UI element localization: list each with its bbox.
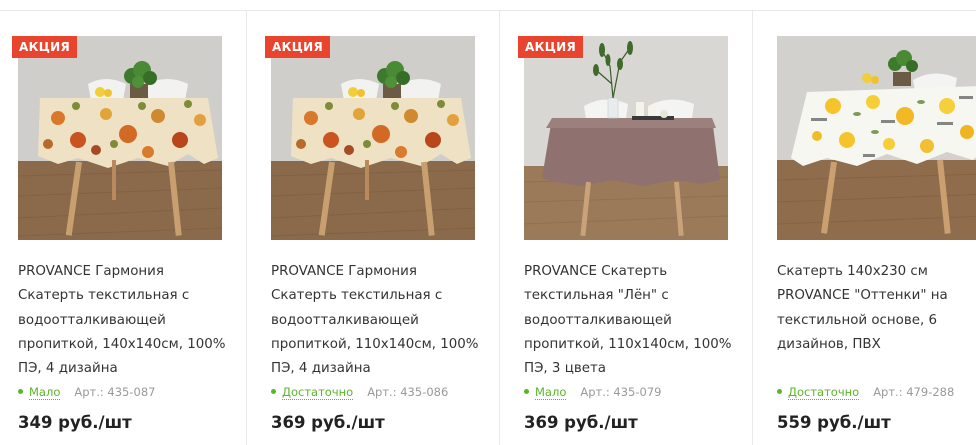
product-price: 369 руб./шт <box>271 413 385 432</box>
promo-badge: АКЦИЯ <box>12 36 78 58</box>
article-number: Арт.: 435-079 <box>580 385 662 399</box>
product-card[interactable]: АКЦИЯ PROVANCE Гармония Скатерть текстил… <box>0 10 247 445</box>
product-title-link[interactable]: PROVANCE Гармония Скатерть текстильная с… <box>18 260 230 381</box>
promo-badge: АКЦИЯ <box>265 36 331 58</box>
product-price: 349 руб./шт <box>18 413 132 432</box>
stock-status[interactable]: Мало <box>535 385 567 400</box>
stock-dot-icon <box>18 389 23 394</box>
floral-tablecloth-photo[interactable] <box>18 36 222 240</box>
product-title-link[interactable]: PROVANCE Гармония Скатерть текстильная с… <box>271 260 483 381</box>
stock-dot-icon <box>777 389 782 394</box>
stock-dot-icon <box>524 389 529 394</box>
product-meta: Мало Арт.: 435-087 <box>18 385 155 401</box>
stock-status[interactable]: Достаточно <box>788 385 860 400</box>
product-meta: Мало Арт.: 435-079 <box>524 385 661 401</box>
floral-tablecloth-photo[interactable] <box>271 36 475 240</box>
product-card[interactable]: АКЦИЯ PROVANCE Скатерть текстильная "Лён… <box>499 10 752 445</box>
product-grid: АКЦИЯ PROVANCE Гармония Скатерть текстил… <box>0 0 976 445</box>
stock-status[interactable]: Достаточно <box>282 385 354 400</box>
article-number: Арт.: 479-288 <box>873 385 955 399</box>
product-title-link[interactable]: PROVANCE Скатерть текстильная "Лён" с во… <box>524 260 736 381</box>
product-title-link[interactable]: Скатерть 140х230 см PROVANCE "Оттенки" н… <box>777 260 976 357</box>
product-price: 369 руб./шт <box>524 413 638 432</box>
product-meta: Достаточно Арт.: 479-288 <box>777 385 954 401</box>
lemon-tablecloth-photo[interactable] <box>777 36 976 240</box>
article-number: Арт.: 435-086 <box>367 385 449 399</box>
product-meta: Достаточно Арт.: 435-086 <box>271 385 448 401</box>
product-card[interactable]: АКЦИЯ PROVANCE Гармония Скатерть текстил… <box>246 10 499 445</box>
stock-status[interactable]: Мало <box>29 385 61 400</box>
article-number: Арт.: 435-087 <box>74 385 156 399</box>
product-price: 559 руб./шт <box>777 413 891 432</box>
stock-dot-icon <box>271 389 276 394</box>
promo-badge: АКЦИЯ <box>518 36 584 58</box>
product-card[interactable]: Скатерть 140х230 см PROVANCE "Оттенки" н… <box>752 10 976 445</box>
linen-tablecloth-photo[interactable] <box>524 36 728 240</box>
